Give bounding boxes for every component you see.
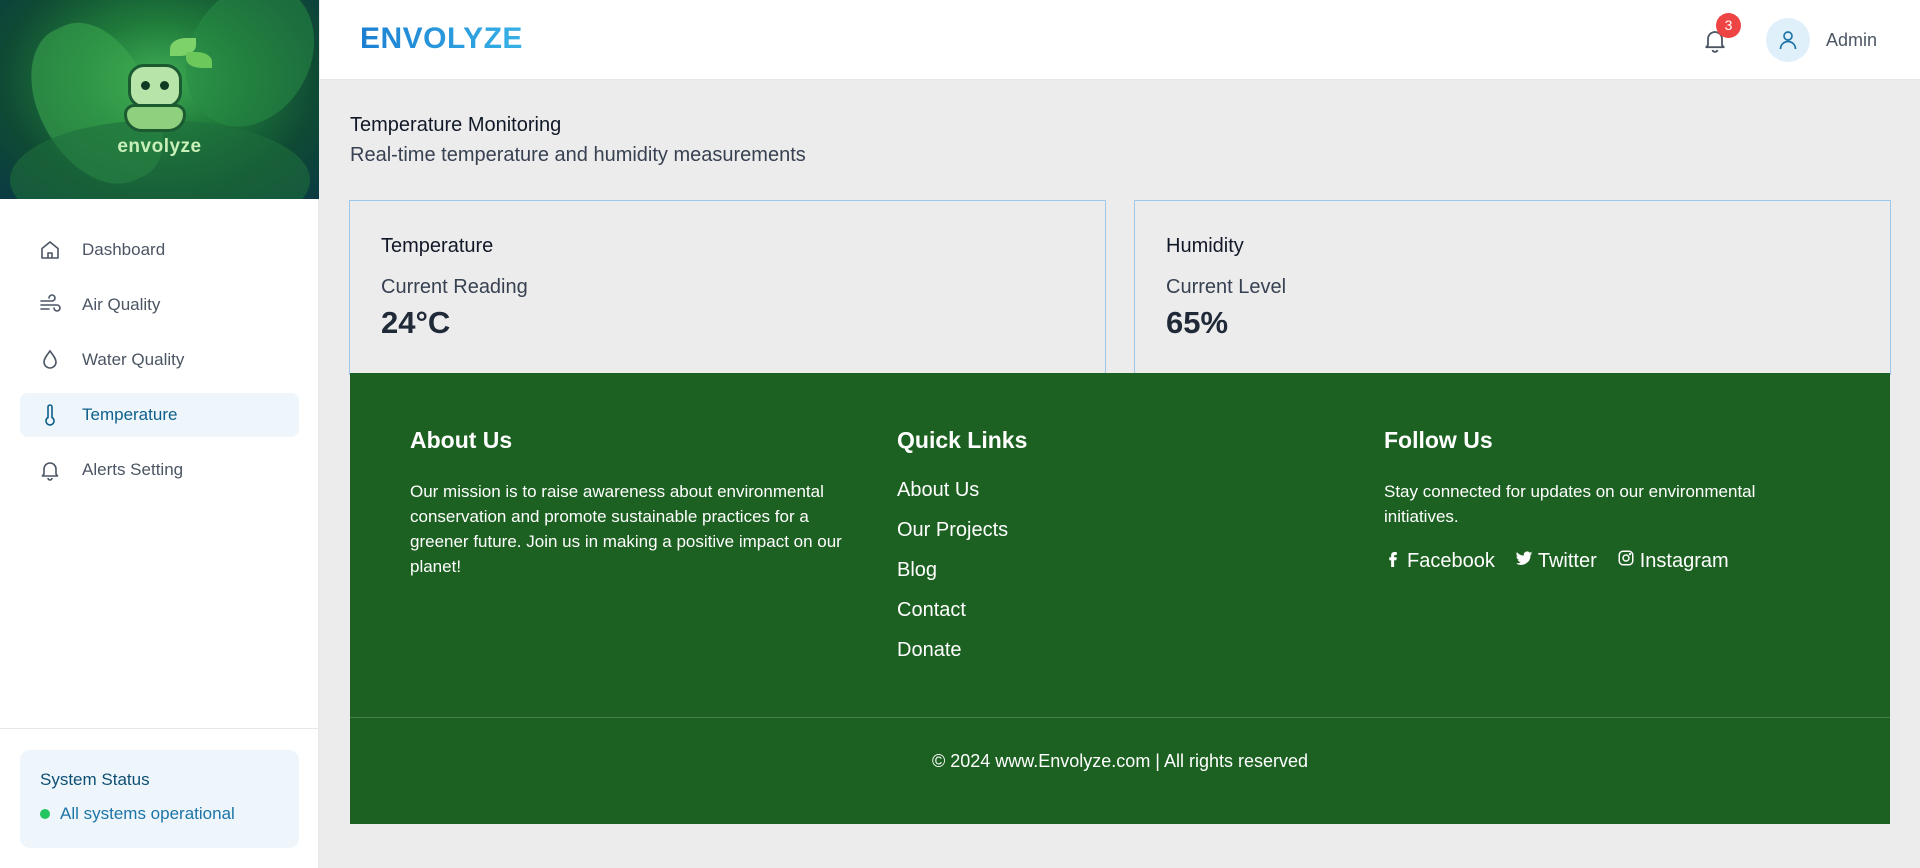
sidebar-nav: Dashboard Air Quality Water Quality Temp… bbox=[20, 228, 299, 503]
social-links: Facebook Twitter Instagram bbox=[1384, 549, 1824, 573]
facebook-label: Facebook bbox=[1407, 549, 1495, 572]
top-header: ENVOLYZE 3 Admin bbox=[320, 0, 1920, 80]
footer-divider bbox=[350, 717, 1890, 718]
twitter-link[interactable]: Twitter bbox=[1515, 549, 1597, 573]
user-name[interactable]: Admin bbox=[1826, 30, 1877, 51]
twitter-label: Twitter bbox=[1537, 549, 1597, 572]
footer-about-section: About Us Our mission is to raise awarene… bbox=[410, 427, 850, 579]
sidebar-item-label: Air Quality bbox=[82, 295, 161, 314]
footer-link-donate[interactable]: Donate bbox=[897, 639, 1197, 664]
footer-about-title: About Us bbox=[410, 427, 513, 453]
card-title: Temperature bbox=[381, 235, 494, 257]
instagram-icon bbox=[1617, 549, 1635, 573]
sidebar: envolyze Dashboard Air Quality Water Qua… bbox=[0, 0, 319, 868]
footer-about-text: Our mission is to raise awareness about … bbox=[410, 482, 842, 576]
temperature-value: 24°C bbox=[381, 305, 451, 340]
footer-link-our-projects[interactable]: Our Projects bbox=[897, 519, 1197, 544]
sidebar-divider bbox=[0, 728, 319, 729]
facebook-icon bbox=[1384, 549, 1402, 573]
footer-links-title: Quick Links bbox=[897, 427, 1028, 453]
card-label: Current Level bbox=[1166, 276, 1287, 298]
card-label: Current Reading bbox=[381, 276, 528, 298]
notification-badge: 3 bbox=[1716, 13, 1741, 38]
humidity-card: Humidity Current Level 65% bbox=[1134, 200, 1891, 375]
footer-link-about-us[interactable]: About Us bbox=[897, 479, 1197, 504]
sidebar-item-label: Water Quality bbox=[82, 350, 185, 369]
footer-link-contact[interactable]: Contact bbox=[897, 599, 1197, 624]
sidebar-item-dashboard[interactable]: Dashboard bbox=[20, 228, 299, 272]
footer-link-blog[interactable]: Blog bbox=[897, 559, 1197, 584]
brand-title[interactable]: ENVOLYZE bbox=[360, 22, 523, 56]
wind-icon bbox=[38, 293, 62, 317]
temperature-card: Temperature Current Reading 24°C bbox=[349, 200, 1106, 375]
avatar[interactable] bbox=[1766, 18, 1810, 62]
robot-eye bbox=[141, 81, 150, 90]
system-status-text: All systems operational bbox=[60, 804, 235, 823]
footer-follow-section: Follow Us Stay connected for updates on … bbox=[1384, 427, 1824, 573]
bell-icon bbox=[38, 458, 62, 482]
sidebar-item-temperature[interactable]: Temperature bbox=[20, 393, 299, 437]
thermometer-icon bbox=[38, 403, 62, 427]
sidebar-item-alerts-setting[interactable]: Alerts Setting bbox=[20, 448, 299, 492]
system-status-line: All systems operational bbox=[40, 804, 279, 824]
status-dot-icon bbox=[40, 809, 50, 819]
footer-follow-title: Follow Us bbox=[1384, 427, 1493, 453]
home-icon bbox=[38, 238, 62, 262]
sidebar-item-label: Temperature bbox=[82, 405, 178, 424]
robot-eye bbox=[160, 81, 169, 90]
instagram-link[interactable]: Instagram bbox=[1617, 549, 1729, 573]
logo-robot-icon bbox=[128, 64, 182, 108]
logo-text: envolyze bbox=[117, 136, 202, 157]
system-status-title: System Status bbox=[40, 770, 150, 789]
card-title: Humidity bbox=[1166, 235, 1244, 257]
copyright-text: © 2024 www.Envolyze.com | All rights res… bbox=[931, 751, 1309, 771]
facebook-link[interactable]: Facebook bbox=[1384, 549, 1495, 573]
droplet-icon bbox=[38, 348, 62, 372]
logo-robot-body bbox=[124, 104, 186, 132]
twitter-icon bbox=[1515, 549, 1533, 573]
sidebar-item-label: Dashboard bbox=[82, 240, 166, 259]
system-status-panel: System Status All systems operational bbox=[20, 750, 299, 848]
page-subtitle: Real-time temperature and humidity measu… bbox=[350, 144, 806, 166]
sidebar-item-label: Alerts Setting bbox=[82, 460, 184, 479]
footer-quick-links: Quick Links About Us Our Projects Blog C… bbox=[897, 427, 1197, 679]
sidebar-item-water-quality[interactable]: Water Quality bbox=[20, 338, 299, 382]
page-title: Temperature Monitoring bbox=[350, 114, 562, 136]
logo[interactable]: envolyze bbox=[0, 0, 319, 199]
instagram-label: Instagram bbox=[1639, 549, 1729, 572]
footer-follow-text: Stay connected for updates on our enviro… bbox=[1384, 482, 1756, 526]
sidebar-item-air-quality[interactable]: Air Quality bbox=[20, 283, 299, 327]
footer: About Us Our mission is to raise awarene… bbox=[350, 373, 1890, 824]
humidity-value: 65% bbox=[1166, 305, 1229, 340]
